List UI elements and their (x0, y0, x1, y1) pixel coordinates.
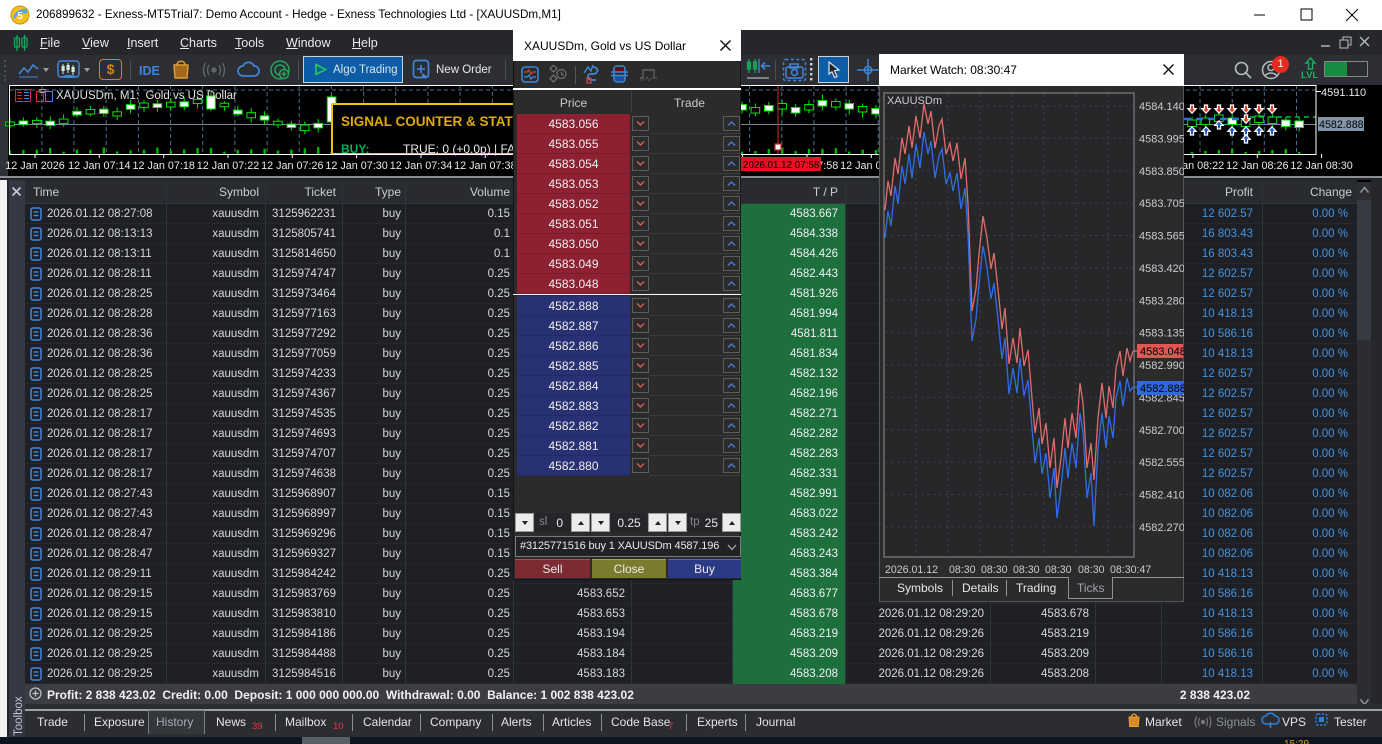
svg-text:08:30: 08:30 (1013, 564, 1040, 576)
svg-text:12 Jan 07:34: 12 Jan 07:34 (390, 160, 452, 172)
svg-text:BUY:: BUY: (341, 142, 369, 156)
svg-text:4582.888: 4582.888 (1140, 383, 1184, 395)
svg-text:4584.140: 4584.140 (1139, 101, 1184, 113)
svg-text:4583.280: 4583.280 (1139, 295, 1184, 307)
svg-text:4582.410: 4582.410 (1139, 490, 1184, 502)
svg-text:4583.850: 4583.850 (1139, 166, 1184, 178)
svg-text:12 Jan 08:26: 12 Jan 08:26 (1226, 160, 1288, 172)
svg-text:4582.270: 4582.270 (1139, 522, 1184, 534)
svg-text:4583.995: 4583.995 (1139, 133, 1184, 145)
svg-text:12 Jan 07:14: 12 Jan 07:14 (68, 160, 130, 172)
svg-text:12 Jan 07:26: 12 Jan 07:26 (261, 160, 323, 172)
svg-text:12 Jan 07:30: 12 Jan 07:30 (325, 160, 387, 172)
svg-text:XAUUSDm: XAUUSDm (887, 95, 942, 107)
svg-text:4583.048: 4583.048 (1140, 346, 1184, 358)
svg-text:4582.555: 4582.555 (1139, 457, 1184, 469)
svg-text:08:30:47: 08:30:47 (1110, 564, 1151, 576)
svg-text:4582.700: 4582.700 (1139, 425, 1184, 437)
svg-text:4583.565: 4583.565 (1139, 231, 1184, 243)
svg-text:08:30: 08:30 (1045, 564, 1072, 576)
svg-text:Toolbox: Toolbox (13, 696, 25, 736)
svg-text:12 Jan 07:18: 12 Jan 07:18 (132, 160, 194, 172)
svg-text:4582.990: 4582.990 (1139, 360, 1184, 372)
svg-text:08:30: 08:30 (949, 564, 976, 576)
svg-text:4582.888: 4582.888 (1319, 119, 1364, 131)
svg-text:4591.110: 4591.110 (1321, 87, 1366, 99)
svg-text:08:30: 08:30 (981, 564, 1008, 576)
svg-text:12 Jan 07:38: 12 Jan 07:38 (454, 160, 516, 172)
svg-text:4583.420: 4583.420 (1139, 263, 1184, 275)
svg-text:08:30: 08:30 (1078, 564, 1105, 576)
svg-text:12 Jan 2026: 12 Jan 2026 (5, 160, 64, 172)
svg-text:2026.01.12: 2026.01.12 (885, 564, 938, 576)
svg-text:5: 5 (17, 11, 23, 22)
svg-text:2026.01.12 07:58: 2026.01.12 07:58 (743, 160, 820, 171)
svg-text:4583.135: 4583.135 (1139, 328, 1184, 340)
svg-text:4583.705: 4583.705 (1139, 198, 1184, 210)
svg-text:12 Jan 07:22: 12 Jan 07:22 (197, 160, 259, 172)
svg-text:12 Jan 08:30: 12 Jan 08:30 (1290, 160, 1352, 172)
